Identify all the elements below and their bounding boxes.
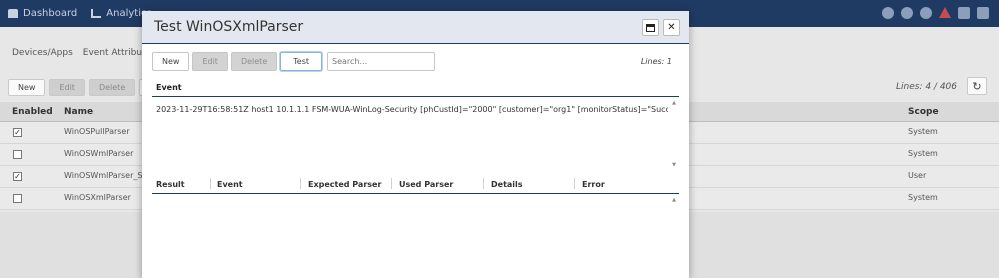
results-scroll-up-icon[interactable]: ▲ <box>672 197 676 203</box>
test-parser-dialog: Test WinOSXmlParser ✕ New Edit Delete Te… <box>142 11 689 278</box>
dialog-test-button[interactable]: Test <box>280 52 323 71</box>
results-list[interactable]: ▲ <box>152 195 679 278</box>
refresh-icon: ↻ <box>972 79 982 93</box>
row-name: WinOSXmlParser <box>64 193 131 202</box>
dialog-edit-button[interactable]: Edit <box>192 52 228 71</box>
dialog-delete-button[interactable]: Delete <box>230 52 278 71</box>
results-header: Result Event Expected Parser Used Parser… <box>152 174 679 194</box>
help-icon[interactable] <box>920 7 932 19</box>
nav-dashboard-label: Dashboard <box>23 8 78 19</box>
col-error[interactable]: Error <box>582 180 605 189</box>
col-scope[interactable]: Scope <box>908 107 939 117</box>
col-expected-parser[interactable]: Expected Parser <box>308 180 381 189</box>
maximize-icon <box>646 23 655 32</box>
col-event[interactable]: Event <box>217 180 243 189</box>
row-scope: System <box>908 127 938 136</box>
row-name: WinOSWmlParser <box>64 149 134 158</box>
row-name: WinOSWmlParser_SQ <box>64 171 149 180</box>
subtabs: Devices/Apps Event Attributes <box>12 48 156 58</box>
palette-icon[interactable] <box>882 7 894 19</box>
dashboard-icon <box>8 9 18 18</box>
nav-icon-group <box>882 7 989 19</box>
nav-dashboard[interactable]: Dashboard <box>8 8 77 19</box>
user-icon[interactable] <box>977 7 989 19</box>
dialog-header: Test WinOSXmlParser ✕ <box>142 11 689 44</box>
refresh-button[interactable]: ↻ <box>967 77 987 95</box>
scroll-down-icon[interactable]: ▼ <box>672 162 676 168</box>
event-row[interactable]: 2023-11-29T16:58:51Z host1 10.1.1.1 FSM-… <box>156 105 668 114</box>
dialog-toolbar: New Edit Delete Test <box>152 52 436 71</box>
id-card-icon[interactable] <box>958 7 970 19</box>
scroll-up-icon[interactable]: ▲ <box>672 100 676 106</box>
col-name[interactable]: Name <box>64 107 93 117</box>
subtab-devices-apps[interactable]: Devices/Apps <box>12 48 73 58</box>
row-name: WinOSPullParser <box>64 127 130 136</box>
bar-chart-icon <box>91 9 102 18</box>
binoculars-icon[interactable] <box>901 7 913 19</box>
page-delete-button[interactable]: Delete <box>88 79 136 96</box>
dialog-title: Test WinOSXmlParser <box>154 19 304 35</box>
row-scope: User <box>908 171 927 180</box>
close-button[interactable]: ✕ <box>663 19 680 36</box>
alert-icon[interactable] <box>939 7 951 18</box>
maximize-button[interactable] <box>642 19 659 36</box>
event-list[interactable]: 2023-11-29T16:58:51Z host1 10.1.1.1 FSM-… <box>152 96 679 170</box>
enabled-checkbox[interactable]: ✓ <box>13 172 22 181</box>
col-details[interactable]: Details <box>491 180 523 189</box>
col-enabled[interactable]: Enabled <box>12 107 53 117</box>
page-lines-count: Lines: 4 / 406 <box>896 82 957 92</box>
col-used-parser[interactable]: Used Parser <box>399 180 453 189</box>
dialog-new-button[interactable]: New <box>152 52 190 71</box>
event-section-label: Event <box>156 83 182 92</box>
row-scope: System <box>908 149 938 158</box>
search-input[interactable] <box>327 52 436 71</box>
row-scope: System <box>908 193 938 202</box>
enabled-checkbox[interactable]: ✓ <box>13 128 22 137</box>
page-edit-button[interactable]: Edit <box>49 79 85 96</box>
col-result[interactable]: Result <box>156 180 185 189</box>
enabled-checkbox[interactable] <box>13 150 22 159</box>
close-icon: ✕ <box>667 22 676 33</box>
page-new-button[interactable]: New <box>8 79 46 96</box>
enabled-checkbox[interactable] <box>13 194 22 203</box>
dialog-lines-count: Lines: 1 <box>640 57 672 66</box>
